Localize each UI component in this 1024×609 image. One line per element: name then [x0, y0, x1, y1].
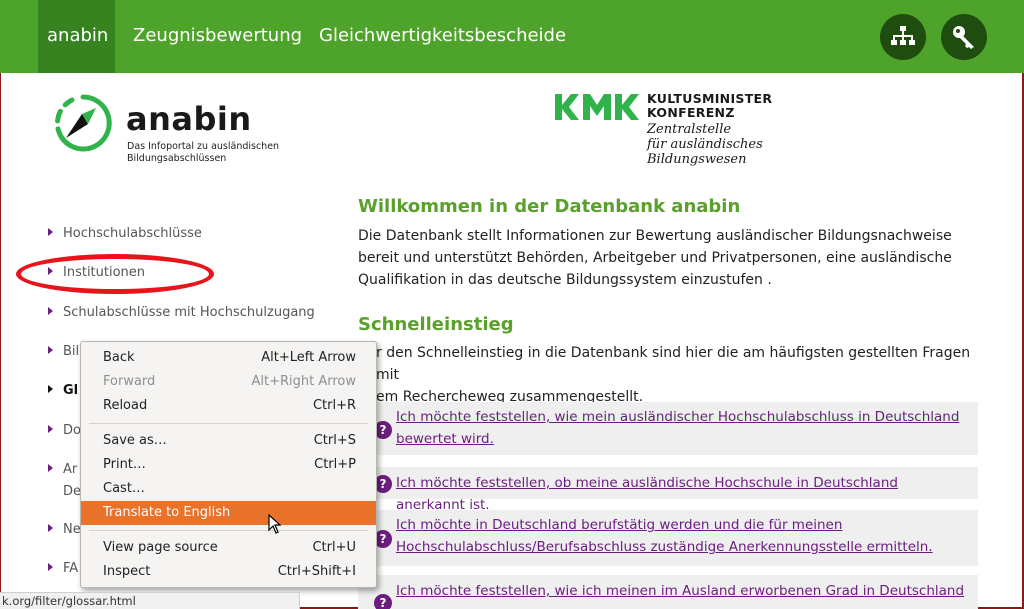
top-navigation: anabin Zeugnisbewertung Gleichwertigkeit…: [0, 0, 1024, 73]
sitemap-icon[interactable]: [880, 14, 926, 60]
menu-item-reload[interactable]: Reload Ctrl+R: [81, 394, 376, 418]
kmk-logo[interactable]: KULTUSMINISTER KONFERENZ Zentralstelle f…: [555, 90, 815, 170]
status-bar-url: k.org/filter/glossar.html: [0, 592, 300, 609]
context-menu: Back Alt+Left Arrow Forward Alt+Right Arro…: [80, 341, 377, 588]
nav-anabin[interactable]: anabin: [38, 0, 115, 73]
menu-item-translate[interactable]: Translate to English: [81, 501, 376, 525]
mouse-cursor-icon: [268, 514, 282, 534]
menu-item-forward[interactable]: Forward Alt+Right Arrow: [81, 370, 376, 394]
kmk-subtitle: Zentralstelle für ausländisches Bildungs…: [647, 122, 763, 167]
sidebar-item-do[interactable]: Do: [48, 423, 81, 438]
menu-item-inspect[interactable]: Inspect Ctrl+Shift+I: [81, 560, 376, 584]
sidebar-item-fa[interactable]: FA: [48, 561, 78, 576]
sidebar-item-ar[interactable]: Ar: [48, 462, 77, 477]
quick-start-text: r den Schnelleinstieg in die Datenbank s…: [376, 345, 971, 405]
question-link[interactable]: Ich möchte feststellen, wie ich meinen i…: [396, 580, 966, 602]
anabin-logo[interactable]: anabin Das Infoportal zu ausländischen B…: [52, 92, 292, 172]
logo-tagline: Das Infoportal zu ausländischen Bildungs…: [127, 141, 280, 164]
menu-item-cast[interactable]: Cast…: [81, 477, 376, 501]
menu-item-print[interactable]: Print… Ctrl+P: [81, 453, 376, 477]
triangle-right-icon: [48, 563, 53, 571]
compass-icon: [54, 94, 112, 152]
kmk-title: KULTUSMINISTER KONFERENZ: [647, 91, 773, 120]
quick-start-heading: Schnelleinstieg: [358, 314, 514, 335]
welcome-heading: Willkommen in der Datenbank anabin: [358, 196, 741, 217]
sidebar-item-gl[interactable]: Gl: [48, 383, 78, 398]
triangle-right-icon: [48, 425, 53, 433]
sidebar-item-ne[interactable]: Ne: [48, 522, 81, 537]
sidebar-item-schulabschluesse[interactable]: Schulabschlüsse mit Hochschulzugang: [48, 305, 315, 320]
menu-separator: [89, 423, 368, 424]
annotation-ellipse: [16, 254, 214, 294]
question-link[interactable]: Ich möchte feststellen, wie mein ausländ…: [396, 406, 966, 450]
triangle-right-icon: [48, 228, 53, 236]
triangle-right-icon: [48, 307, 53, 315]
question-box[interactable]: ? Ich möchte in Deutschland berufstätig …: [358, 510, 978, 566]
kmk-emblem-icon: [555, 94, 639, 120]
question-box[interactable]: ? Ich möchte feststellen, wie ich meinen…: [358, 575, 978, 609]
key-icon[interactable]: [941, 14, 987, 60]
triangle-right-icon: [48, 524, 53, 532]
sidebar-item-de[interactable]: De: [63, 484, 81, 499]
triangle-right-icon: [48, 346, 53, 354]
question-mark-icon: ?: [374, 594, 392, 609]
question-box[interactable]: ? Ich möchte feststellen, wie mein auslä…: [358, 402, 978, 455]
menu-item-view-source[interactable]: View page source Ctrl+U: [81, 536, 376, 560]
menu-item-back[interactable]: Back Alt+Left Arrow: [81, 346, 376, 370]
sidebar-item-hochschulabschluesse[interactable]: Hochschulabschlüsse: [48, 226, 202, 241]
question-box[interactable]: ? Ich möchte feststellen, ob meine auslä…: [358, 467, 978, 513]
menu-item-save-as[interactable]: Save as… Ctrl+S: [81, 429, 376, 453]
sidebar-item-bil[interactable]: Bil: [48, 344, 79, 359]
menu-separator: [89, 530, 368, 531]
logo-wordmark: anabin: [126, 100, 252, 138]
welcome-text: Die Datenbank stellt Informationen zur B…: [358, 228, 952, 288]
nav-gleichwertigkeitsbescheide[interactable]: Gleichwertigkeitsbescheide: [319, 0, 566, 73]
nav-zeugnisbewertung[interactable]: Zeugnisbewertung: [133, 0, 302, 73]
triangle-right-icon: [48, 464, 53, 472]
question-link[interactable]: Ich möchte in Deutschland berufstätig we…: [396, 514, 966, 558]
triangle-right-icon: [48, 385, 53, 393]
